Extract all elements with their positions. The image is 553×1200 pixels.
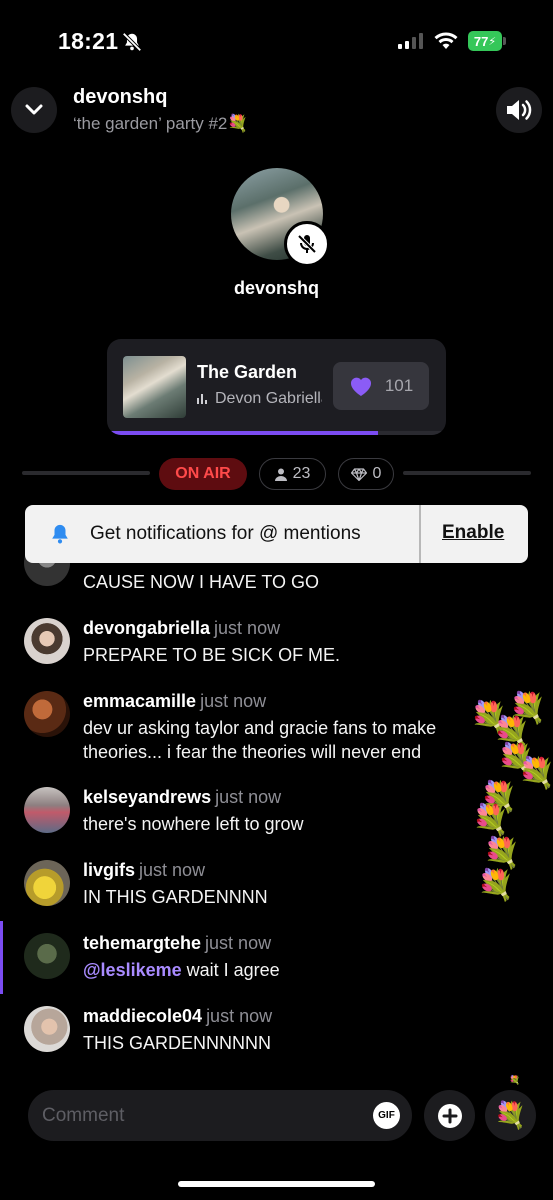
bouquet-reaction: 💐 [477, 869, 515, 902]
message-username[interactable]: maddiecole04 just now [83, 1006, 272, 1027]
message-time: just now [214, 618, 281, 638]
heart-icon [350, 377, 371, 396]
user-avatar[interactable] [24, 1006, 70, 1052]
message-text: PREPARE TO BE SICK OF ME. [83, 645, 341, 665]
home-indicator [178, 1181, 375, 1187]
bouquet-reaction: 💐 [472, 804, 510, 837]
message-text: dev ur asking taylor and gracie fans to … [83, 718, 437, 762]
collapse-button[interactable] [11, 87, 57, 133]
like-button[interactable]: 101 [333, 362, 429, 410]
message-username[interactable]: emmacamille just now [83, 691, 266, 712]
message-username[interactable]: kelseyandrews just now [83, 787, 281, 808]
message-text: @leslikeme wait I agree [83, 960, 280, 980]
status-time: 18:21 [58, 28, 119, 54]
notification-text: Get notifications for @ mentions [90, 523, 361, 544]
listener-count-badge[interactable]: 23 [259, 458, 326, 490]
message-time: just now [139, 860, 206, 880]
message-text: IN THIS GARDENNNN [83, 887, 268, 907]
user-avatar[interactable] [24, 787, 70, 833]
chevron-down-icon [25, 104, 43, 115]
person-icon [274, 468, 287, 481]
room-title: ‘the garden’ party #2💐 [73, 114, 249, 133]
on-air-badge: ON AIR [159, 458, 247, 490]
mic-off-icon [284, 221, 330, 267]
notification-divider [419, 505, 421, 563]
user-mention[interactable]: @leslikeme [83, 960, 182, 980]
bouquet-reaction: 💐 [509, 1075, 521, 1085]
enable-notifications-button[interactable]: Enable [442, 522, 504, 544]
host-name: devonshq [233, 278, 319, 298]
sound-button[interactable] [496, 87, 542, 133]
message-username[interactable]: devongabriella just now [83, 618, 280, 639]
track-title: The Garden [197, 362, 298, 382]
signal-icon [398, 33, 423, 49]
message-username[interactable]: livgifs just now [83, 860, 205, 881]
diamond-icon [350, 467, 367, 481]
plus-circle-icon [437, 1103, 462, 1128]
message-text: CAUSE NOW I HAVE TO GO [83, 572, 320, 592]
comment-box: GIF [28, 1090, 412, 1141]
user-avatar[interactable] [24, 691, 70, 737]
like-count: 101 [384, 376, 414, 395]
message-time: just now [200, 691, 267, 711]
add-button[interactable] [424, 1090, 475, 1141]
highlight-bar [0, 921, 3, 994]
equalizer-icon [197, 394, 207, 404]
speaker-icon [507, 100, 532, 120]
message-time: just now [206, 1006, 273, 1026]
user-avatar[interactable] [24, 618, 70, 664]
divider-left [22, 471, 150, 475]
track-artist: Devon Gabriella [215, 390, 322, 407]
notification-banner: Get notifications for @ mentions Enable [25, 505, 528, 563]
gif-button[interactable]: GIF [373, 1102, 400, 1129]
now-playing-card[interactable]: The Garden Devon Gabriella 101 [107, 339, 446, 435]
bell-off-icon [122, 32, 142, 52]
gem-count-badge[interactable]: 0 [338, 458, 394, 490]
track-progress-fill [107, 431, 379, 435]
message-time: just now [205, 933, 272, 953]
track-progress-bar [107, 431, 446, 435]
user-avatar[interactable] [24, 860, 70, 906]
bouquet-reaction: 💐 [518, 757, 553, 790]
wifi-icon [434, 32, 458, 49]
battery-icon: 77 ⚡ [468, 31, 506, 51]
message-time: just now [215, 787, 282, 807]
chat-feed[interactable]: CAUSE NOW I HAVE TO GO devongabriella jus… [0, 545, 553, 1065]
bell-icon [52, 524, 68, 544]
battery-level: 77 [473, 33, 489, 49]
divider-right [403, 471, 531, 475]
listener-count: 23 [292, 465, 311, 482]
bouquet-gift-button[interactable]: 💐 [485, 1090, 536, 1141]
album-art [123, 356, 186, 418]
comment-input[interactable] [42, 1090, 362, 1141]
user-avatar[interactable] [24, 933, 70, 979]
message-text: there's nowhere left to grow [83, 814, 304, 834]
room-host-name: devonshq [73, 86, 168, 108]
bouquet-reaction: 💐 [483, 837, 521, 870]
message-text: THIS GARDENNNNNN [83, 1033, 272, 1053]
gem-count: 0 [372, 465, 382, 482]
message-username[interactable]: tehemargtehe just now [83, 933, 271, 954]
